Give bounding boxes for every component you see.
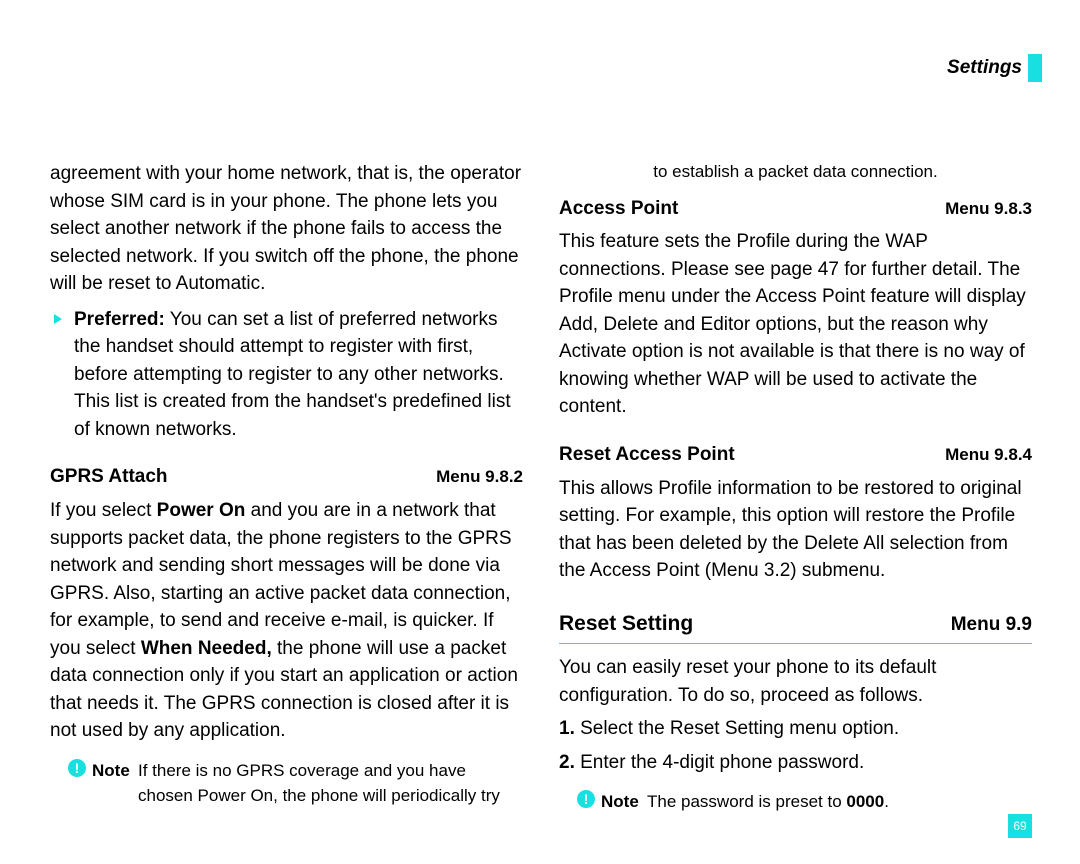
step-2-num: 2.: [559, 752, 575, 773]
step-1-text: Select the Reset Setting menu option.: [575, 718, 899, 739]
continuation-line: to establish a packet data connection.: [559, 160, 1032, 185]
intro-paragraph: agreement with your home network, that i…: [50, 160, 523, 298]
note-label: Note: [601, 790, 643, 815]
gprs-attach-heading: GPRS Attach Menu 9.8.2: [50, 463, 523, 491]
reset-setting-title: Reset Setting: [559, 609, 693, 639]
reset-setting-heading: Reset Setting Menu 9.9: [559, 609, 1032, 644]
gprs-power-on: Power On: [157, 500, 246, 521]
gprs-note: ! Note If there is no GPRS coverage and …: [50, 759, 523, 808]
gprs-menu-code: Menu 9.8.2: [436, 465, 523, 490]
reset-setting-body: You can easily reset your phone to its d…: [559, 654, 1032, 709]
right-column: to establish a packet data connection. A…: [559, 160, 1032, 824]
note-pre: The password is preset to: [647, 792, 846, 811]
content-columns: agreement with your home network, that i…: [50, 160, 1032, 824]
alert-icon: !: [68, 759, 86, 777]
note-label: Note: [92, 759, 134, 784]
note-post: .: [884, 792, 889, 811]
gprs-when-needed: When Needed,: [141, 638, 272, 659]
access-point-body: This feature sets the Profile during the…: [559, 228, 1032, 421]
access-point-menu-code: Menu 9.8.3: [945, 197, 1032, 222]
gprs-body: If you select Power On and you are in a …: [50, 497, 523, 745]
reset-access-point-menu-code: Menu 9.8.4: [945, 443, 1032, 468]
document-page: Settings agreement with your home networ…: [0, 0, 1080, 864]
page-number: 69: [1008, 814, 1032, 838]
header-title: Settings: [947, 57, 1022, 79]
reset-setting-menu-code: Menu 9.9: [951, 611, 1032, 639]
header-accent-block: [1028, 54, 1042, 82]
alert-icon: !: [577, 790, 595, 808]
gprs-title: GPRS Attach: [50, 463, 168, 491]
left-column: agreement with your home network, that i…: [50, 160, 523, 824]
note-code: 0000: [846, 792, 884, 811]
access-point-heading: Access Point Menu 9.8.3: [559, 195, 1032, 223]
preferred-bullet: Preferred: You can set a list of preferr…: [50, 306, 523, 444]
page-header: Settings: [947, 54, 1042, 82]
password-note: ! Note The password is preset to 0000.: [559, 790, 1032, 815]
gprs-body-pre: If you select: [50, 500, 157, 521]
preferred-label: Preferred:: [74, 309, 165, 330]
note-text: The password is preset to 0000.: [647, 790, 1032, 815]
step-1: 1. Select the Reset Setting menu option.: [559, 715, 1032, 743]
access-point-title: Access Point: [559, 195, 678, 223]
step-1-num: 1.: [559, 718, 575, 739]
step-2: 2. Enter the 4-digit phone password.: [559, 749, 1032, 777]
note-text: If there is no GPRS coverage and you hav…: [138, 759, 523, 808]
reset-access-point-body: This allows Profile information to be re…: [559, 475, 1032, 585]
reset-access-point-heading: Reset Access Point Menu 9.8.4: [559, 441, 1032, 469]
reset-access-point-title: Reset Access Point: [559, 441, 735, 469]
gprs-body-mid: and you are in a network that supports p…: [50, 500, 512, 659]
step-2-text: Enter the 4-digit phone password.: [575, 752, 864, 773]
